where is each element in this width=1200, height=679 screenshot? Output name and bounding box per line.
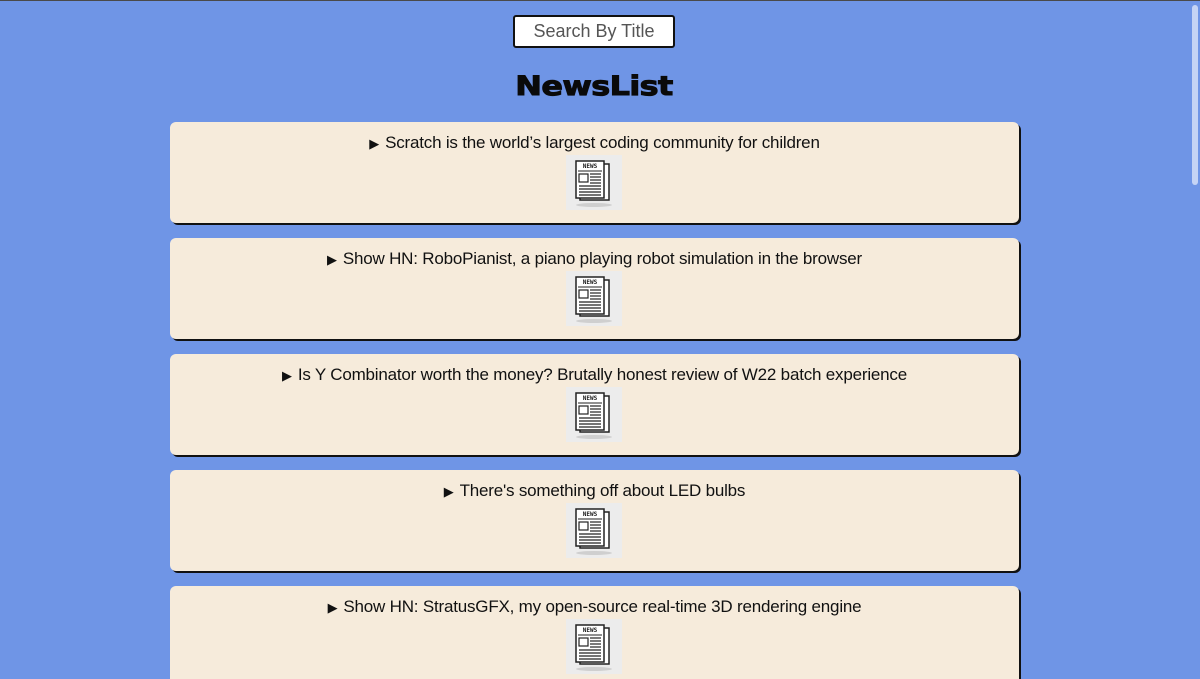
news-title-row[interactable]: ▶ Is Y Combinator worth the money? Brutal… [170,354,1019,387]
news-card[interactable]: ▶ Scratch is the world’s largest coding c… [170,122,1019,223]
newspaper-icon-label: NEWS [583,395,598,402]
newspaper-icon-label: NEWS [583,163,598,170]
newspaper-icon-label: NEWS [583,627,598,634]
scrollbar-thumb[interactable] [1192,5,1198,185]
newspaper-icon: NEWS [566,387,622,442]
search-container [513,15,675,48]
newspaper-icon: NEWS [566,155,622,210]
news-card[interactable]: ▶ Is Y Combinator worth the money? Brutal… [170,354,1019,455]
news-title-row[interactable]: ▶ There's something off about LED bulbs [170,470,1019,503]
disclosure-triangle-icon[interactable]: ▶ [328,600,338,615]
news-card[interactable]: ▶ Show HN: RoboPianist, a piano playing r… [170,238,1019,339]
newspaper-icon-label: NEWS [583,279,598,286]
news-card[interactable]: ▶ There's something off about LED bulbs N… [170,470,1019,571]
vertical-scrollbar[interactable] [1190,1,1200,679]
news-card[interactable]: ▶ Show HN: StratusGFX, my open-source rea… [170,586,1019,679]
news-title-row[interactable]: ▶ Scratch is the world’s largest coding c… [170,122,1019,155]
news-title: Is Y Combinator worth the money? Brutall… [297,365,907,384]
news-list: ▶ Scratch is the world’s largest coding c… [170,122,1019,679]
news-title: There's something off about LED bulbs [459,481,746,500]
search-input[interactable] [513,15,675,48]
news-title-row[interactable]: ▶ Show HN: RoboPianist, a piano playing r… [170,238,1019,271]
newspaper-graphic: NEWS [575,160,612,207]
news-title: Show HN: RoboPianist, a piano playing ro… [342,249,862,268]
news-title-row[interactable]: ▶ Show HN: StratusGFX, my open-source rea… [170,586,1019,619]
disclosure-triangle-icon[interactable]: ▶ [282,368,292,383]
page-title: NewsList [515,71,674,103]
news-title: Scratch is the world’s largest coding co… [385,133,820,152]
disclosure-triangle-icon[interactable]: ▶ [327,252,337,267]
newspaper-icon: NEWS [566,271,622,326]
newspaper-graphic: NEWS [575,508,612,555]
newspaper-icon: NEWS [566,619,622,674]
newspaper-graphic: NEWS [575,624,612,671]
news-title: Show HN: StratusGFX, my open-source real… [343,597,862,616]
newspaper-icon-label: NEWS [583,511,598,518]
disclosure-triangle-icon[interactable]: ▶ [444,484,454,499]
newspaper-graphic: NEWS [575,392,612,439]
disclosure-triangle-icon[interactable]: ▶ [369,136,379,151]
newspaper-graphic: NEWS [575,276,612,323]
newspaper-icon: NEWS [566,503,622,558]
